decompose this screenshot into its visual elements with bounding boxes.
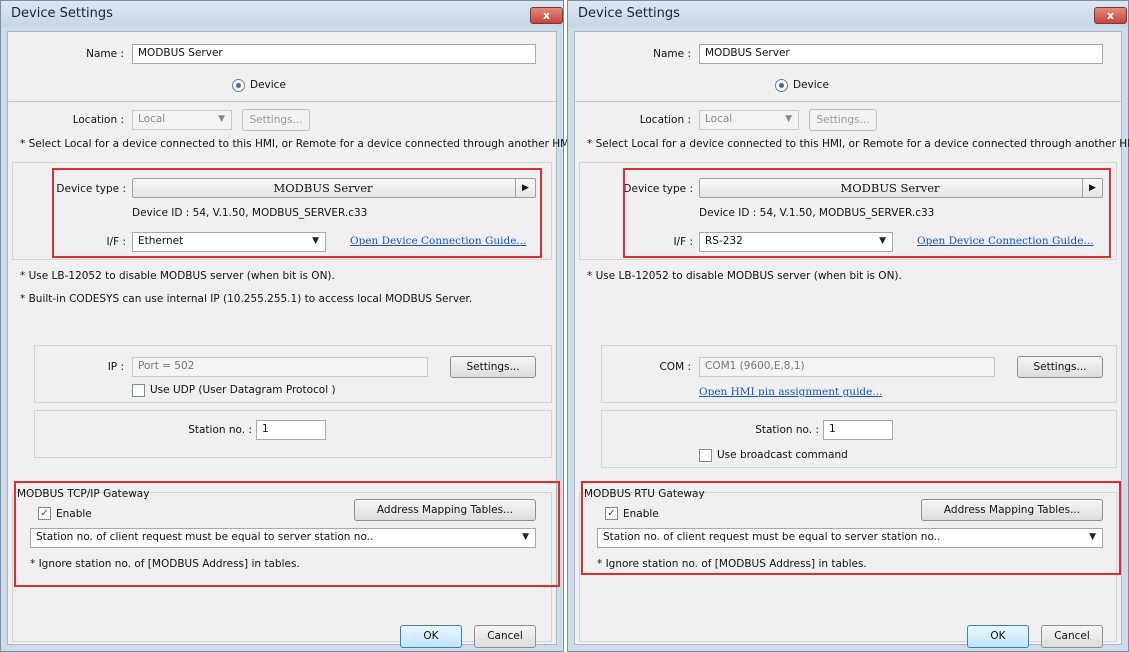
highlight-box bbox=[14, 481, 560, 587]
note-lb: * Use LB-12052 to disable MODBUS server … bbox=[20, 270, 335, 282]
station-label: Station no. : bbox=[755, 424, 819, 436]
location-label: Location : bbox=[72, 114, 124, 126]
location-select[interactable]: Local ▼ bbox=[132, 110, 232, 130]
ok-button[interactable]: OK bbox=[967, 625, 1029, 648]
dialog-title: Device Settings bbox=[11, 6, 113, 21]
station-label: Station no. : bbox=[188, 424, 252, 436]
highlight-box bbox=[623, 168, 1111, 258]
name-input[interactable]: MODBUS Server bbox=[699, 44, 1103, 64]
dialog-title: Device Settings bbox=[578, 6, 680, 21]
ip-label: IP : bbox=[107, 361, 124, 373]
highlight-box bbox=[52, 168, 542, 258]
location-note: * Select Local for a device connected to… bbox=[587, 138, 1129, 150]
ip-field: Port = 502 bbox=[132, 357, 428, 377]
ip-settings-button[interactable]: Settings... bbox=[450, 356, 536, 378]
com-label: COM : bbox=[659, 361, 691, 373]
note-lb: * Use LB-12052 to disable MODBUS server … bbox=[587, 270, 902, 282]
station-input[interactable]: 1 bbox=[823, 420, 893, 440]
divider bbox=[575, 101, 1121, 102]
udp-checkbox[interactable] bbox=[132, 384, 145, 397]
location-note: * Select Local for a device connected to… bbox=[20, 138, 576, 150]
chevron-down-icon: ▼ bbox=[218, 114, 225, 124]
location-select[interactable]: Local ▼ bbox=[699, 110, 799, 130]
udp-label: Use UDP (User Datagram Protocol ) bbox=[150, 384, 336, 396]
device-radio[interactable] bbox=[775, 79, 788, 92]
name-input[interactable]: MODBUS Server bbox=[132, 44, 536, 64]
ok-button[interactable]: OK bbox=[400, 625, 462, 648]
title-bar: Device Settings x bbox=[568, 1, 1128, 27]
cancel-button[interactable]: Cancel bbox=[1041, 625, 1103, 648]
name-label: Name : bbox=[653, 48, 691, 60]
close-button[interactable]: x bbox=[530, 7, 563, 24]
chevron-down-icon: ▼ bbox=[785, 114, 792, 124]
divider bbox=[8, 101, 556, 102]
device-settings-dialog-ethernet: Device Settings x Name : MODBUS Server D… bbox=[0, 0, 576, 652]
note-codesys: * Built-in CODESYS can use internal IP (… bbox=[20, 293, 473, 305]
device-radio-label: Device bbox=[793, 79, 829, 91]
location-settings-button[interactable]: Settings... bbox=[809, 109, 877, 131]
device-radio[interactable] bbox=[232, 79, 245, 92]
location-value: Local bbox=[138, 113, 166, 125]
com-settings-button[interactable]: Settings... bbox=[1017, 356, 1103, 378]
location-label: Location : bbox=[639, 114, 691, 126]
broadcast-checkbox[interactable] bbox=[699, 449, 712, 462]
location-value: Local bbox=[705, 113, 733, 125]
pin-assignment-guide-link[interactable]: Open HMI pin assignment guide... bbox=[699, 386, 882, 398]
title-bar: Device Settings x bbox=[1, 1, 563, 27]
dialog-body: Name : MODBUS Server Device Location : L… bbox=[574, 31, 1129, 648]
com-field: COM1 (9600,E,8,1) bbox=[699, 357, 995, 377]
highlight-box bbox=[581, 481, 1121, 575]
device-settings-dialog-rs232: Device Settings x Name : MODBUS Server D… bbox=[567, 0, 1129, 652]
location-settings-button[interactable]: Settings... bbox=[242, 109, 310, 131]
station-input[interactable]: 1 bbox=[256, 420, 326, 440]
device-radio-label: Device bbox=[250, 79, 286, 91]
dialog-body: Name : MODBUS Server Device Location : L… bbox=[7, 31, 576, 648]
close-button[interactable]: x bbox=[1094, 7, 1127, 24]
name-label: Name : bbox=[86, 48, 124, 60]
cancel-button[interactable]: Cancel bbox=[474, 625, 536, 648]
broadcast-label: Use broadcast command bbox=[717, 449, 848, 461]
